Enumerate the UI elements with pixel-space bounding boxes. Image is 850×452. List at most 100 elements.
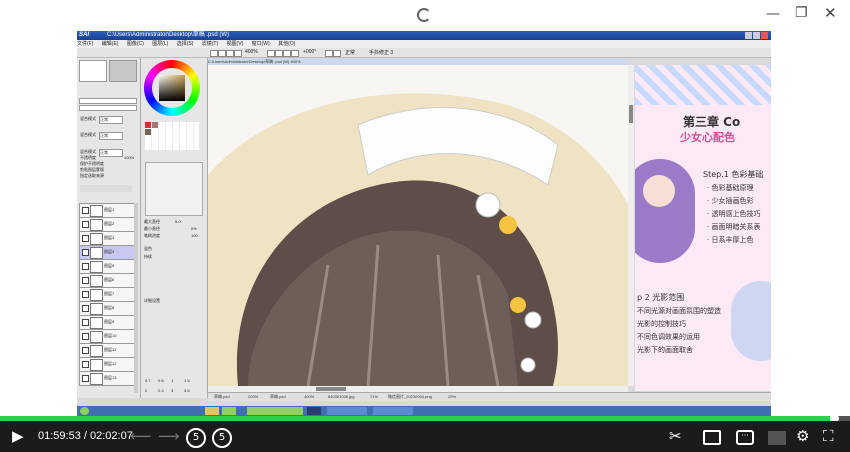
reference-step1-item: · 日系丰厚上色 (707, 236, 754, 244)
sai-window-title: C:\Users\Administrator\Desktop\草稿 .psd (… (107, 32, 230, 38)
sai-menu-item: 窗口(W) (251, 41, 270, 47)
minimize-icon[interactable]: — (766, 6, 780, 22)
status-file: 微信图片_20230904.png (388, 394, 432, 399)
share-icon[interactable] (703, 430, 721, 445)
layer-thumb (90, 247, 103, 259)
reference-subtitle: 少女心配色 (680, 131, 735, 144)
layer-thumb (90, 289, 103, 301)
reference-step2-item: 不同色调效果的运用 (637, 333, 700, 341)
sai-left-panel: 混合模式 正常 混合模式 正常 混合模式 正常 不透明度 100% 保护不透明度… (77, 58, 141, 398)
character-face (643, 175, 675, 207)
taskbar-app (205, 407, 219, 415)
status-file: 640301006.jpg (328, 394, 355, 399)
layer-name: 图层6 (104, 277, 115, 282)
layer-name: 图层4 (104, 249, 115, 254)
taskbar-app (247, 407, 303, 415)
status-file: 草稿.psd (214, 394, 230, 399)
character-illustration (635, 159, 695, 263)
start-icon (80, 407, 89, 415)
maximize-icon[interactable]: ❐ (795, 5, 808, 21)
previous-icon[interactable]: ⟵ (130, 428, 152, 445)
detail-label: 详细设置 (144, 298, 160, 303)
layer-row: 图层11 (79, 343, 136, 358)
layer-row-selected: 图层4 (79, 245, 136, 260)
sai-title-bar: SAI C:\Users\Administrator\Desktop\草稿 .p… (77, 31, 771, 40)
layer-name: 图层12 (104, 361, 117, 366)
artwork (208, 93, 628, 386)
layer-row: 图层13 (79, 371, 136, 386)
eye-icon (82, 207, 89, 214)
brush-size: 2 (145, 388, 148, 393)
layer-row: 图层12 (79, 357, 136, 372)
fullscreen-icon[interactable]: ⛶ (823, 428, 834, 445)
slider (79, 98, 137, 104)
sai-maximize-icon (753, 32, 760, 39)
eye-icon (82, 221, 89, 228)
brush-size: 0.8 (158, 378, 164, 383)
eye-icon (82, 361, 89, 368)
status-pct: 200% (248, 394, 259, 399)
reference-step2-item: 光影下的画面取舍 (637, 346, 693, 354)
layer-name: 图层11 (104, 347, 117, 352)
panel-label: 正常 (99, 116, 123, 124)
sai-menu-item: 滤镜(T) (201, 41, 219, 47)
sai-menu-item: 选择(S) (176, 41, 194, 47)
eye-icon (82, 249, 89, 256)
next-icon[interactable]: ⟶ (158, 428, 180, 445)
sai-minimize-icon (745, 32, 752, 39)
video-frame: SAI C:\Users\Administrator\Desktop\草稿 .p… (77, 31, 771, 416)
swatch (145, 122, 151, 128)
duration: 02:02:07 (90, 430, 133, 442)
sai-menu-item: 图像(C) (126, 41, 144, 47)
layer-name: 图层9 (104, 319, 115, 324)
tool-square (291, 50, 299, 57)
forward-label: 5 (218, 432, 226, 443)
color-square (159, 75, 185, 101)
layer-thumb (90, 219, 103, 231)
close-icon[interactable]: ✕ (824, 4, 837, 22)
reference-step1-item: · 色彩基础原理 (707, 184, 754, 192)
layer-thumb (90, 331, 103, 343)
layer-name: 图层3 (104, 235, 115, 240)
layer-buttons (80, 185, 132, 192)
forward-5-icon[interactable]: 5 (212, 428, 232, 448)
brush-size: 3 (171, 388, 174, 393)
canvas-vertical-scrollbar[interactable] (628, 65, 634, 386)
layer-thumb (90, 373, 103, 385)
layer-name: 图层2 (104, 221, 115, 226)
reference-step1-item: · 透明感上色技巧 (707, 210, 761, 218)
layer-row: 图层7 (79, 287, 136, 302)
blend-mode-value: 正常 (99, 149, 123, 157)
drawing-canvas (208, 65, 628, 386)
tool-square (283, 50, 291, 57)
canvas-title: C:\Users\Administrator\Desktop\草稿 .psd (… (208, 58, 628, 65)
sai-menu-item: 其他(O) (278, 41, 296, 47)
swatch (152, 122, 158, 128)
layer-scrollbar (134, 203, 138, 393)
sai-zoom: 400% (245, 49, 258, 55)
max-size-label: 最大直径 (144, 219, 160, 224)
brush-size: 0.7 (145, 378, 151, 383)
layer-thumb (90, 359, 103, 371)
tool-square (218, 50, 226, 57)
comment-icon[interactable]: ··· (736, 430, 754, 445)
sai-blend: 正常 (345, 50, 356, 56)
play-icon[interactable]: ▶ (12, 428, 24, 445)
eye-icon (82, 305, 89, 312)
rewind-5-icon[interactable]: 5 (186, 428, 206, 448)
sai-stabilizer: 手抖修正 3 (369, 50, 394, 56)
settings-icon[interactable]: ⚙ (796, 428, 809, 445)
eye-icon (82, 235, 89, 242)
reference-chapter: 第三章 Co (683, 115, 741, 129)
layer-thumb (90, 261, 103, 273)
scissors-icon[interactable]: ✂ (669, 428, 682, 445)
status-pct: 400% (304, 394, 315, 399)
sai-menu-bar: 文件(F) 编辑(E) 图像(C) 图层(L) 选择(S) 滤镜(T) 视图(V… (77, 40, 771, 48)
screen-icon[interactable] (768, 431, 786, 445)
opacity-value: 100% (124, 155, 135, 160)
min-size-label: 最小直径 (144, 226, 160, 231)
sai-menu-item: 视图(V) (226, 41, 244, 47)
reference-step1-item: · 少女插画色彩 (707, 197, 754, 205)
layer-name: 图层10 (104, 333, 117, 338)
layer-row: 图层1 (79, 203, 136, 218)
